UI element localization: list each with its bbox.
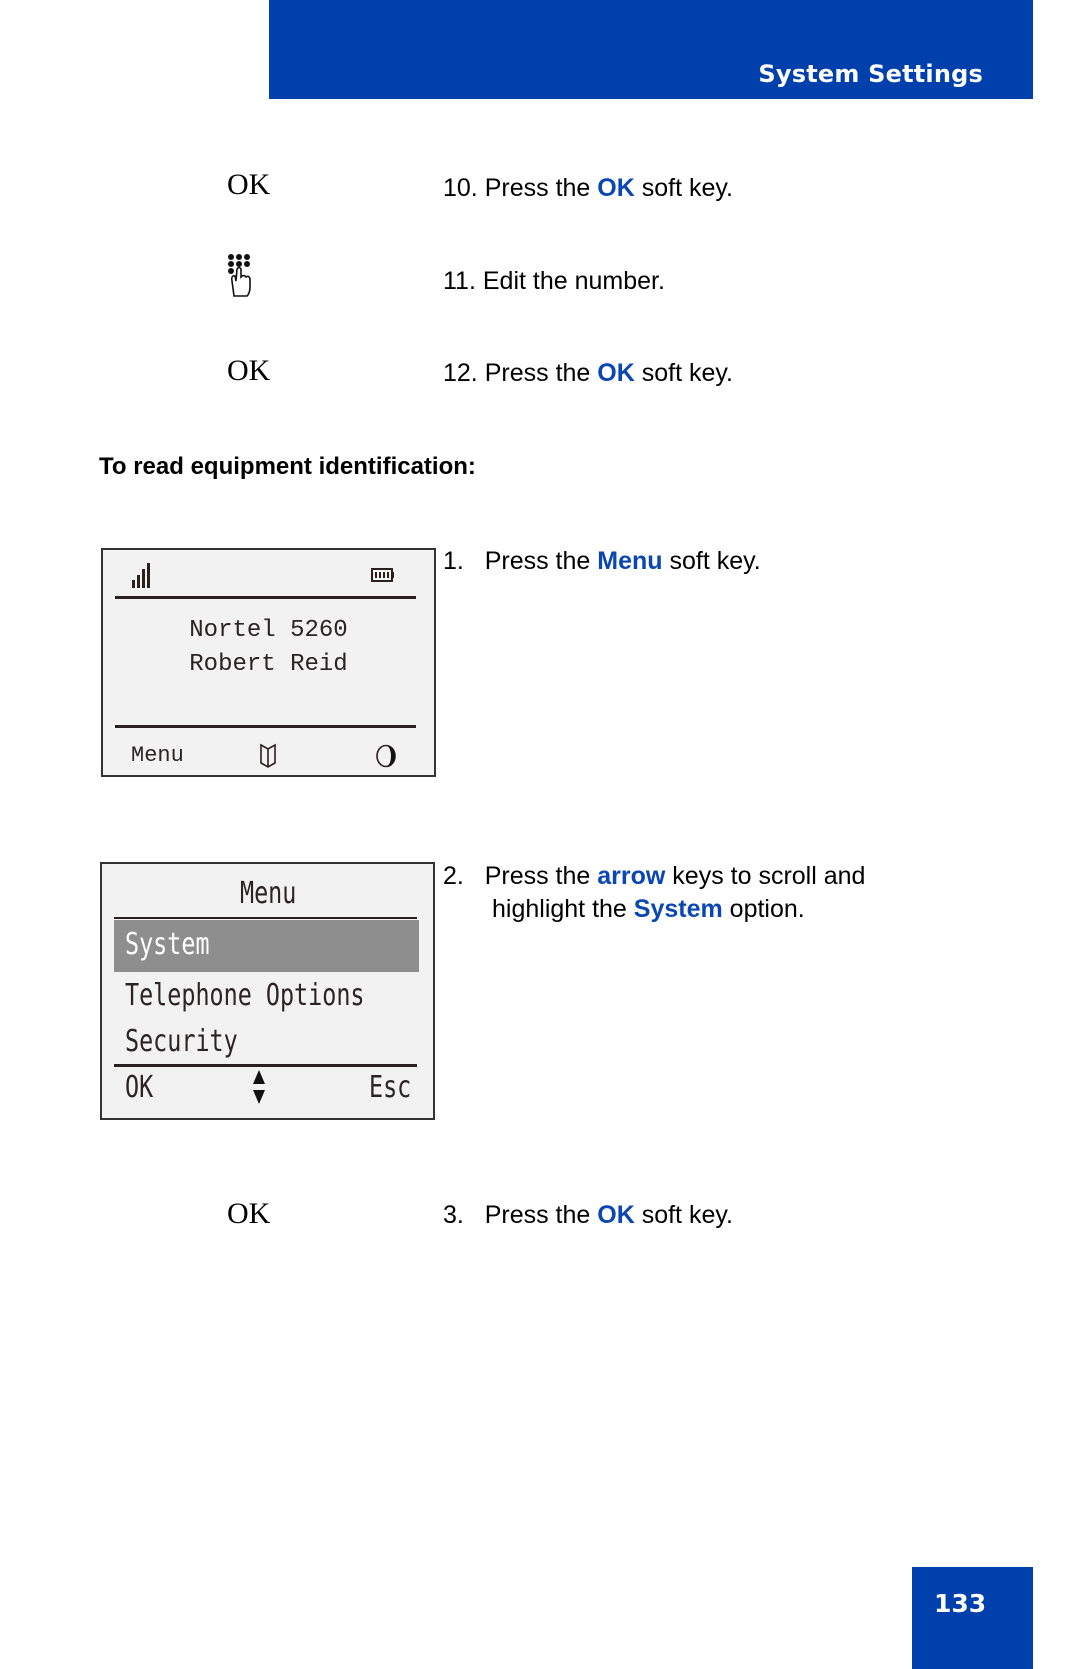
divider [115, 596, 416, 599]
menu-item-label: Telephone Options [125, 978, 365, 1013]
directory-book-icon[interactable] [259, 743, 277, 774]
step-number: 10. [443, 174, 478, 202]
signal-strength-icon [131, 562, 153, 593]
step-12: 12. Press the OK soft key. [443, 357, 733, 390]
step-1: 1. Press the Menu soft key. [443, 545, 761, 578]
system-highlight: System [633, 895, 723, 923]
battery-icon [371, 567, 395, 588]
step-2: 2. Press the arrow keys to scroll and hi… [443, 860, 865, 926]
phone-screen-menu: Menu System Telephone Options Security O… [100, 862, 435, 1120]
step-11: 11. Edit the number. [443, 265, 665, 298]
step-text: Press the [484, 547, 598, 575]
step-text: soft key. [662, 547, 761, 575]
menu-item-label: System [125, 927, 210, 962]
step-text: Press the [484, 862, 598, 890]
softkey-menu[interactable]: Menu [131, 743, 184, 768]
menu-highlight: Menu [597, 547, 663, 575]
header-bar: System Settings [269, 0, 1033, 99]
ok-key-label: OK [227, 354, 271, 387]
ok-highlight: OK [597, 174, 635, 202]
idle-display-text: Nortel 5260 Robert Reid [103, 614, 434, 682]
step-text: soft key. [634, 1201, 733, 1229]
menu-item-security[interactable]: Security [114, 1022, 419, 1068]
step-number: 11. [443, 267, 476, 295]
divider [114, 917, 417, 919]
step-text: option. [722, 895, 805, 923]
step-text: highlight the [492, 895, 634, 923]
step-text: Edit the number. [482, 267, 665, 295]
ok-highlight: OK [597, 359, 635, 387]
section-header-title: System Settings [758, 60, 983, 88]
contrast-icon[interactable] [375, 744, 397, 773]
arrow-highlight: arrow [597, 862, 666, 890]
ok-key-label: OK [227, 168, 271, 201]
step-number: 2. [443, 862, 464, 890]
divider [115, 725, 416, 728]
step-text: soft key. [634, 359, 733, 387]
step-number: 3. [443, 1201, 464, 1229]
step-number: 1. [443, 547, 464, 575]
step-text: keys to scroll and [665, 862, 866, 890]
step-text: Press the [484, 1201, 598, 1229]
phone-screen-idle: Nortel 5260 Robert Reid Menu [101, 548, 436, 777]
softkey-esc[interactable]: Esc [369, 1070, 411, 1105]
keypad-hand-icon [226, 253, 256, 302]
menu-item-system[interactable]: System [114, 920, 419, 972]
step-number: 12. [443, 359, 478, 387]
section-title: To read equipment identification: [99, 453, 476, 480]
step-3: 3. Press the OK soft key. [443, 1199, 733, 1232]
step-text: soft key. [634, 174, 733, 202]
step-text: Press the [484, 174, 598, 202]
ok-key-label: OK [227, 1197, 271, 1230]
user-name: Robert Reid [189, 651, 348, 678]
softkey-ok[interactable]: OK [125, 1070, 153, 1105]
divider [114, 1064, 417, 1067]
step-10: 10. Press the OK soft key. [443, 172, 733, 205]
ok-highlight: OK [597, 1201, 635, 1229]
page-number-box: 133 [912, 1567, 1033, 1669]
scroll-arrows-icon[interactable] [252, 1069, 266, 1110]
page-number: 133 [934, 1589, 987, 1618]
step-text: Press the [484, 359, 598, 387]
menu-item-label: Security [125, 1024, 238, 1059]
device-model: Nortel 5260 [189, 617, 348, 644]
menu-item-telephone-options[interactable]: Telephone Options [114, 974, 419, 1022]
menu-title: Menu [240, 876, 297, 911]
